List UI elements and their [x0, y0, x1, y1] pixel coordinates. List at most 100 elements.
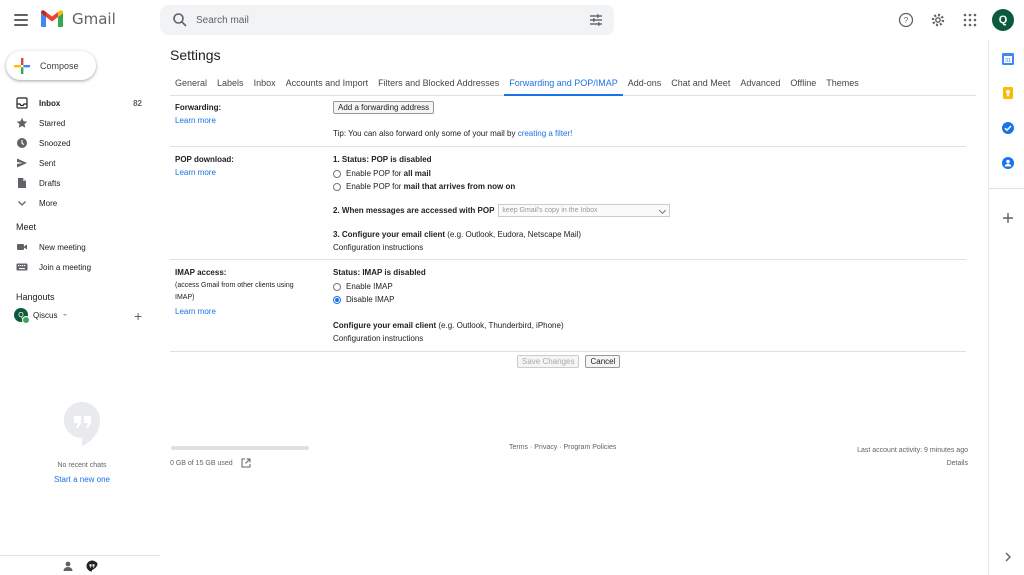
- draft-icon: [16, 177, 28, 189]
- forwarding-label: Forwarding:: [175, 103, 222, 112]
- new-conversation-plus-icon[interactable]: +: [134, 308, 142, 324]
- search-bar: [160, 5, 614, 35]
- app-name: Gmail: [72, 10, 116, 28]
- save-changes-button[interactable]: Save Changes: [517, 355, 580, 368]
- support-button[interactable]: ?: [896, 10, 916, 30]
- side-panel: 31: [988, 40, 1024, 575]
- pop-option1-bold: all mail: [403, 169, 431, 178]
- forwarding-content: Add a forwarding address: [333, 101, 435, 114]
- sidebar-item-label: More: [39, 198, 58, 208]
- pop-step3: 3. Configure your email client (e.g. Out…: [333, 230, 581, 239]
- svg-text:31: 31: [1005, 58, 1011, 64]
- imap-configuration-link[interactable]: Configuration instructions: [333, 334, 423, 343]
- settings-button[interactable]: [928, 10, 948, 30]
- search-input[interactable]: [196, 11, 576, 29]
- imap-access-section: IMAP access: (access Gmail from other cl…: [170, 260, 966, 352]
- imap-disable-radio[interactable]: Disable IMAP: [333, 293, 394, 306]
- tab-offline[interactable]: Offline: [785, 76, 821, 96]
- pop-configuration-link[interactable]: Configuration instructions: [333, 243, 423, 252]
- settings-main: Settings General Labels Inbox Accounts a…: [160, 40, 988, 575]
- get-add-ons-plus-icon[interactable]: [1001, 211, 1015, 225]
- sidebar-item-label: Snoozed: [39, 138, 71, 148]
- gmail-m-icon: [41, 10, 63, 27]
- tab-forwarding-pop-imap[interactable]: Forwarding and POP/IMAP: [504, 76, 623, 96]
- pop-option2-prefix: Enable POP for: [346, 182, 404, 191]
- chevron-right-icon[interactable]: [1001, 550, 1015, 564]
- start-new-chat-link[interactable]: Start a new one: [0, 475, 164, 484]
- keep-icon[interactable]: [1001, 86, 1015, 100]
- pop-status: 1. Status: POP is disabled: [333, 155, 432, 164]
- hangouts-icon[interactable]: [86, 560, 98, 572]
- tab-inbox[interactable]: Inbox: [249, 76, 281, 96]
- main-menu-button[interactable]: [10, 9, 32, 31]
- sidebar-item-label: Inbox: [39, 98, 61, 108]
- tab-filters-blocked[interactable]: Filters and Blocked Addresses: [373, 76, 504, 96]
- pop-download-label: POP download:: [175, 155, 234, 164]
- search-options-icon[interactable]: [588, 12, 604, 28]
- search-icon[interactable]: [172, 12, 188, 28]
- sidebar-item-starred[interactable]: Starred: [0, 113, 160, 133]
- pop-enable-all-radio[interactable]: Enable POP for all mail: [333, 167, 515, 180]
- imap-learn-more-link[interactable]: Learn more: [175, 306, 216, 318]
- footer-policy-links[interactable]: Terms · Privacy · Program Policies: [509, 444, 616, 451]
- join-meeting-item[interactable]: Join a meeting: [0, 257, 160, 277]
- gmail-logo[interactable]: Gmail: [40, 10, 116, 28]
- radio-circle-selected: [333, 295, 341, 304]
- account-avatar[interactable]: Q: [992, 9, 1014, 31]
- sidebar-bottom-bar: [0, 555, 160, 575]
- storage-info: 0 GB of 15 GB used: [170, 458, 251, 468]
- imap-sub-line2: IMAP): [175, 294, 195, 301]
- imap-enable-radio[interactable]: Enable IMAP: [333, 280, 394, 293]
- radio-circle: [333, 282, 341, 291]
- tab-advanced[interactable]: Advanced: [735, 76, 785, 96]
- apps-button[interactable]: [960, 10, 980, 30]
- person-icon[interactable]: [62, 560, 74, 572]
- compose-button[interactable]: Compose: [6, 51, 96, 80]
- sidebar-item-inbox[interactable]: Inbox 82: [0, 93, 160, 113]
- compose-plus-icon: [14, 57, 30, 74]
- forwarding-learn-more-link[interactable]: Learn more: [175, 115, 216, 127]
- create-filter-link[interactable]: creating a filter!: [518, 129, 573, 138]
- tasks-icon[interactable]: [1001, 121, 1015, 135]
- imap-access-label: IMAP access:: [175, 268, 227, 277]
- sidebar-item-drafts[interactable]: Drafts: [0, 173, 160, 193]
- sidebar-item-label: Starred: [39, 118, 66, 128]
- sidebar-item-more[interactable]: More: [0, 193, 160, 213]
- sidebar-item-snoozed[interactable]: Snoozed: [0, 133, 160, 153]
- contacts-icon[interactable]: [1001, 156, 1015, 170]
- tab-labels[interactable]: Labels: [212, 76, 249, 96]
- pop-enable-now-on-radio[interactable]: Enable POP for mail that arrives from no…: [333, 180, 515, 193]
- svg-text:?: ?: [904, 16, 909, 25]
- pop-option1-prefix: Enable POP for: [346, 169, 404, 178]
- storage-text: 0 GB of 15 GB used: [170, 459, 233, 467]
- imap-status: Status: IMAP is disabled: [333, 268, 426, 277]
- external-link-icon[interactable]: [241, 458, 251, 468]
- tab-accounts-import[interactable]: Accounts and Import: [281, 76, 374, 96]
- inbox-icon: [16, 97, 28, 109]
- radio-circle: [333, 169, 341, 178]
- details-link[interactable]: Details: [857, 457, 968, 470]
- join-meeting-label: Join a meeting: [39, 262, 92, 272]
- compose-label: Compose: [40, 60, 79, 71]
- no-recent-chats-text: No recent chats: [57, 462, 107, 469]
- hangouts-user[interactable]: Q Qiscus: [14, 308, 68, 324]
- tab-add-ons[interactable]: Add-ons: [623, 76, 667, 96]
- tab-general[interactable]: General: [170, 76, 212, 96]
- tab-themes[interactable]: Themes: [821, 76, 864, 96]
- pop-step2: 2. When messages are accessed with POP k…: [333, 204, 671, 217]
- sidebar: Compose Inbox 82 Starred Snoozed Sent Dr…: [0, 40, 160, 575]
- radio-circle: [333, 182, 341, 191]
- clock-icon: [16, 137, 28, 149]
- add-forwarding-address-button[interactable]: Add a forwarding address: [333, 101, 435, 114]
- page-title: Settings: [170, 47, 221, 63]
- pop-learn-more-link[interactable]: Learn more: [175, 167, 216, 179]
- sidebar-item-sent[interactable]: Sent: [0, 153, 160, 173]
- chevron-down-icon: [16, 197, 28, 209]
- calendar-icon[interactable]: 31: [1001, 52, 1015, 66]
- new-meeting-item[interactable]: New meeting: [0, 237, 160, 257]
- imap-enable-label: Enable IMAP: [346, 282, 393, 291]
- cancel-button[interactable]: Cancel: [585, 355, 621, 368]
- imap-configure-hint: (e.g. Outlook, Thunderbird, iPhone): [436, 321, 564, 330]
- pop-access-select[interactable]: keep Gmail's copy in the Inbox: [498, 204, 671, 217]
- tab-chat-meet[interactable]: Chat and Meet: [666, 76, 735, 96]
